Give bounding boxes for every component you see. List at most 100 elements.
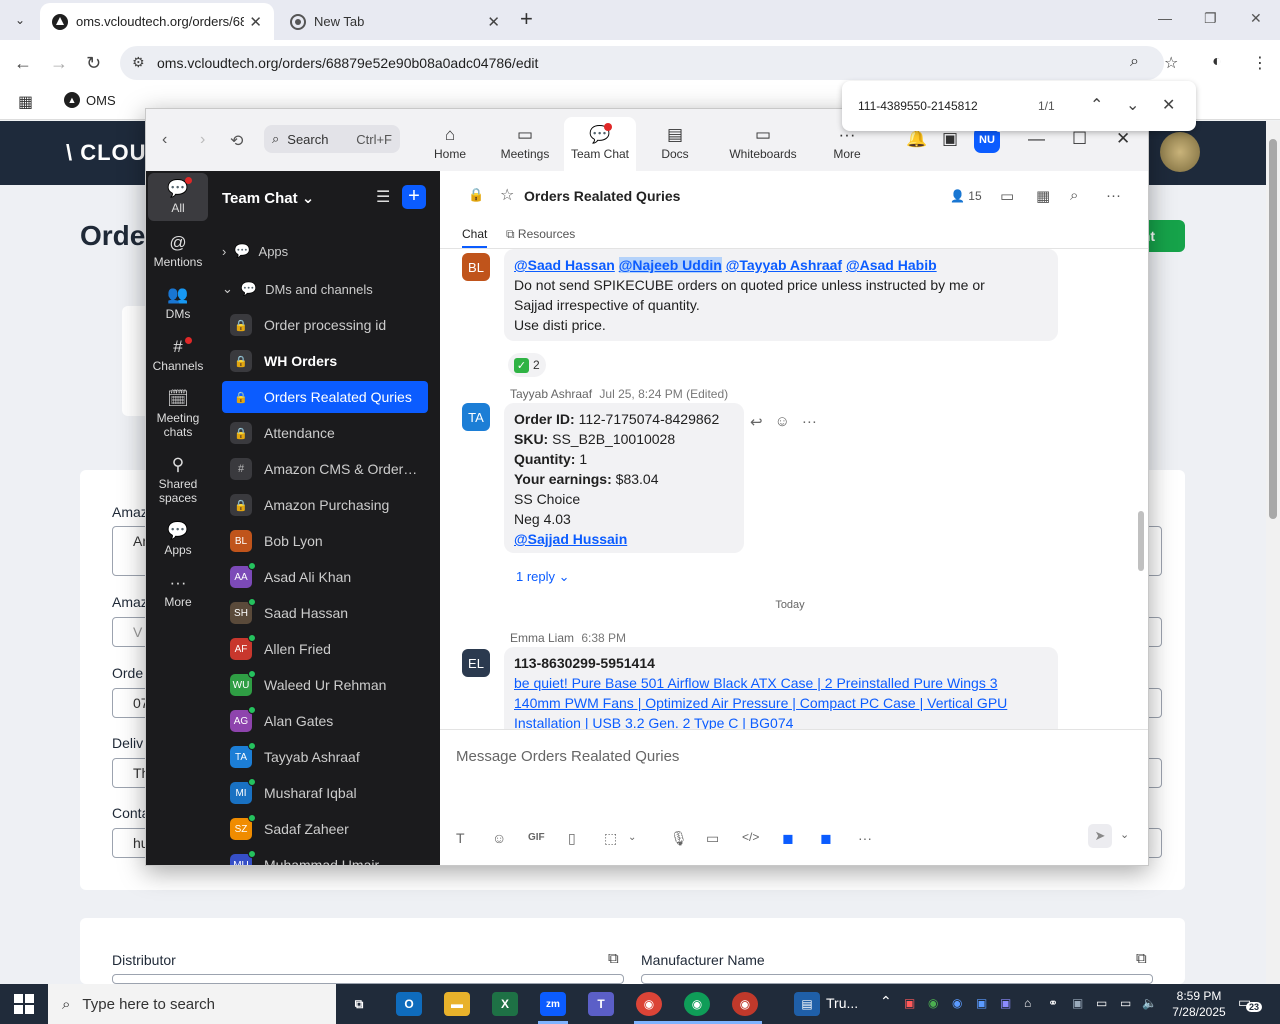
tab-meetings[interactable]: ▭ Meetings: [492, 117, 558, 171]
minimize-icon[interactable]: —: [1158, 10, 1172, 26]
rail-all[interactable]: 💬 All: [148, 173, 208, 221]
chevron-down-icon[interactable]: ⌄: [628, 832, 636, 843]
sidebar-item-channel[interactable]: AG Alan Gates: [222, 705, 428, 737]
sidebar-item-channel[interactable]: SZ Sadaf Zaheer: [222, 813, 428, 845]
file-icon[interactable]: ▯: [568, 830, 576, 847]
sidebar-item-channel[interactable]: 🔒 Amazon Purchasing: [222, 489, 428, 521]
find-query[interactable]: 111-4389550-2145812: [858, 99, 978, 113]
app-window-icon[interactable]: ▤: [794, 992, 820, 1016]
emoji-icon[interactable]: ☺: [492, 830, 506, 846]
find-close-icon[interactable]: ✕: [1162, 95, 1175, 115]
tab-team-chat[interactable]: 💬 Team Chat: [564, 117, 636, 171]
tab-docs[interactable]: ▤ Docs: [650, 117, 700, 171]
thread-replies[interactable]: 1 reply ⌄: [516, 569, 570, 585]
rail-meeting-chats[interactable]: 🗓 Meeting chats: [148, 389, 208, 439]
app-icon[interactable]: ◼: [782, 830, 794, 847]
new-chat-button[interactable]: +: [402, 185, 426, 209]
teams-tray-icon[interactable]: ▣: [1000, 996, 1011, 1010]
search-input[interactable]: ⌕ Search Ctrl+F: [264, 125, 400, 153]
section-apps[interactable]: › 💬 Apps: [222, 243, 288, 259]
screenshot-icon[interactable]: ⬚: [604, 830, 617, 847]
app-icon[interactable]: ◼: [820, 830, 832, 847]
rail-shared-spaces[interactable]: ⚲ Shared spaces: [148, 455, 208, 505]
sidebar-item-channel[interactable]: 🔒 Attendance: [222, 417, 428, 449]
find-next-icon[interactable]: ⌄: [1126, 95, 1139, 115]
history-icon[interactable]: ⟲: [230, 131, 243, 151]
reaction[interactable]: ✓ 2: [508, 353, 546, 377]
sidebar-title[interactable]: Team Chat ⌄: [222, 189, 314, 207]
rail-mentions[interactable]: @ Mentions: [148, 233, 208, 269]
sidebar-item-channel[interactable]: 🔒 Orders Realated Quries: [222, 381, 428, 413]
forward-icon[interactable]: ›: [200, 131, 205, 149]
rail-dms[interactable]: 👥 DMs: [148, 285, 208, 321]
restore-icon[interactable]: ❐: [1204, 10, 1217, 27]
more-icon[interactable]: ···: [858, 830, 872, 846]
copy-icon[interactable]: ⧉: [1136, 950, 1147, 967]
code-icon[interactable]: </>: [742, 830, 759, 844]
network-icon[interactable]: ⌂: [1024, 996, 1031, 1010]
sender-name[interactable]: Tayyab Ashraaf: [510, 387, 592, 401]
members-button[interactable]: 👤 15: [950, 189, 982, 203]
minimize-icon[interactable]: —: [1028, 129, 1045, 149]
reload-icon[interactable]: ↻: [86, 53, 101, 73]
outlook-tray-icon[interactable]: ▣: [976, 996, 987, 1010]
mic-icon[interactable]: 🎙: [670, 830, 688, 847]
bell-icon[interactable]: 🔔: [906, 129, 927, 149]
sidebar-item-channel[interactable]: TA Tayyab Ashraaf: [222, 741, 428, 773]
back-icon[interactable]: ‹: [162, 131, 167, 149]
sidebar-item-channel[interactable]: AA Asad Ali Khan: [222, 561, 428, 593]
maximize-icon[interactable]: ☐: [1072, 129, 1087, 149]
new-tab-icon[interactable]: +: [520, 8, 533, 30]
more-icon[interactable]: ···: [802, 413, 817, 431]
browser-tab-oms[interactable]: oms.vcloudtech.org/orders/688 ✕: [40, 3, 274, 40]
tab-whiteboards[interactable]: ▭ Whiteboards: [722, 117, 804, 171]
bookmark-star-icon[interactable]: ☆: [1164, 53, 1178, 73]
video-icon[interactable]: ▭: [1000, 187, 1014, 205]
back-icon[interactable]: ←: [14, 53, 32, 73]
windows-start-icon[interactable]: [14, 994, 34, 1014]
chrome-icon[interactable]: ◉: [732, 992, 758, 1016]
profile-icon[interactable]: ◐: [1212, 53, 1222, 71]
sidebar-item-channel[interactable]: AF Allen Fried: [222, 633, 428, 665]
tab-close-icon[interactable]: ✕: [487, 13, 500, 31]
chrome-icon[interactable]: ◉: [684, 992, 710, 1016]
search-icon[interactable]: ⌕: [1070, 187, 1078, 204]
outlook-icon[interactable]: O: [396, 992, 422, 1016]
send-button[interactable]: ➤: [1088, 824, 1112, 848]
calendar-icon[interactable]: ▣: [942, 129, 958, 149]
file-explorer-icon[interactable]: ▬: [444, 992, 470, 1016]
browser-menu-icon[interactable]: ⋮: [1252, 53, 1268, 73]
sidebar-item-channel[interactable]: MI Musharaf Iqbal: [222, 777, 428, 809]
vpn-icon[interactable]: ▣: [1072, 996, 1083, 1010]
sidebar-item-channel[interactable]: MU Muhammad Umair: [222, 849, 428, 865]
tab-chat[interactable]: Chat: [462, 227, 488, 248]
avatar[interactable]: [1160, 132, 1200, 172]
sidebar-item-channel[interactable]: # Amazon CMS & OrderAu...: [222, 453, 428, 485]
mention[interactable]: @Asad Habib: [846, 257, 937, 273]
site-settings-icon[interactable]: ⚙: [132, 54, 145, 71]
wifi-icon[interactable]: ▭: [1120, 996, 1131, 1010]
apps-grid-icon[interactable]: ▦: [18, 92, 33, 112]
sidebar-item-channel[interactable]: BL Bob Lyon: [222, 525, 428, 557]
copy-icon[interactable]: ⧉: [608, 950, 619, 967]
filter-icon[interactable]: ☰: [376, 187, 390, 207]
rail-apps[interactable]: 💬 Apps: [148, 521, 208, 557]
zoom-tray-icon[interactable]: ◉: [952, 996, 962, 1010]
reply-icon[interactable]: ↩: [750, 413, 763, 431]
rail-more[interactable]: ··· More: [148, 573, 208, 609]
chevron-up-icon[interactable]: ⌃: [880, 993, 892, 1010]
channel-name[interactable]: Orders Realated Quries: [524, 188, 680, 204]
more-icon[interactable]: ···: [1106, 187, 1121, 204]
forward-icon[interactable]: →: [50, 53, 68, 73]
scrollbar-thumb[interactable]: [1269, 139, 1277, 519]
message-input[interactable]: Message Orders Realated Quries: [456, 748, 679, 765]
video-message-icon[interactable]: ▭: [706, 830, 719, 847]
link-icon[interactable]: ⚭: [1048, 996, 1058, 1010]
avatar[interactable]: EL: [462, 649, 490, 677]
browser-tab-newtab[interactable]: New Tab ✕: [278, 3, 512, 40]
product-link[interactable]: be quiet! Pure Base 501 Airflow Black AT…: [514, 675, 1007, 729]
clock[interactable]: 8:59 PM 7/28/2025: [1166, 988, 1232, 1020]
teams-icon[interactable]: T: [588, 992, 614, 1016]
sidebar-item-channel[interactable]: SH Saad Hassan: [222, 597, 428, 629]
text-format-icon[interactable]: T: [456, 830, 465, 846]
